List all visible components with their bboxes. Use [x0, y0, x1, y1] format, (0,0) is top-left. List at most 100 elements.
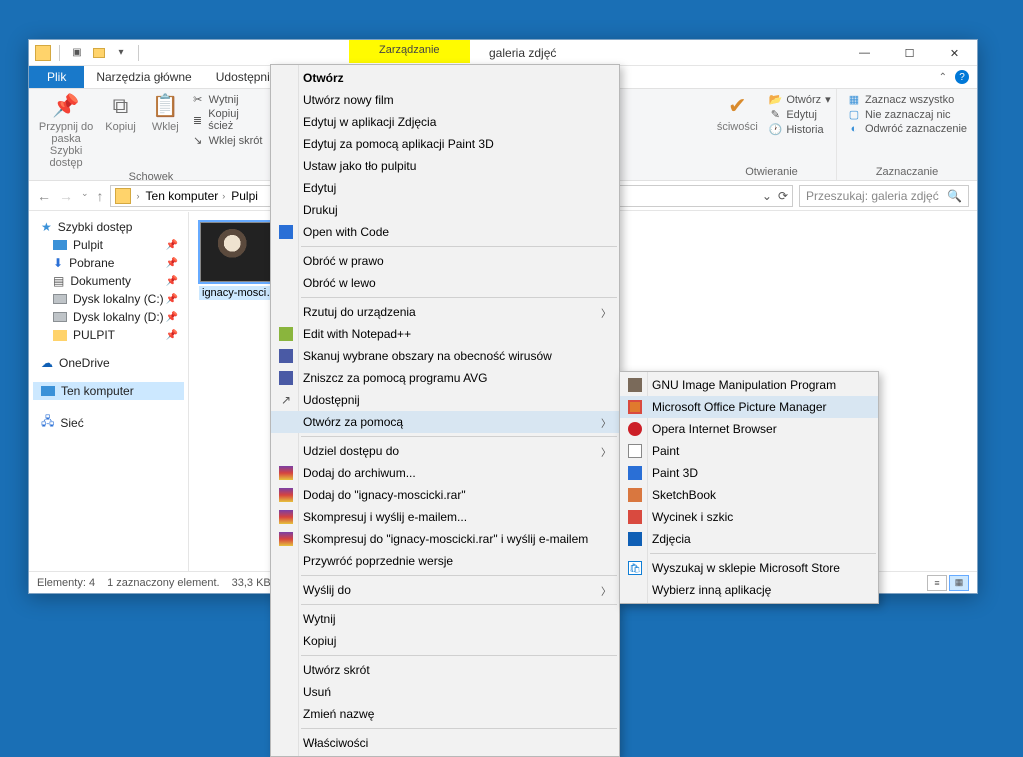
menu-item[interactable]: Kopiuj — [271, 630, 619, 652]
cut-button[interactable]: ✂Wytnij — [191, 93, 265, 106]
collapse-ribbon-icon[interactable]: ⌃ — [939, 72, 947, 83]
select-none-button[interactable]: ▢Nie zaznaczaj nic — [847, 108, 967, 121]
menu-item[interactable]: Edit with Notepad++ — [271, 323, 619, 345]
submenu-item[interactable]: Paint — [620, 440, 878, 462]
menu-item-label: Przywróć poprzednie wersje — [303, 554, 453, 568]
sidebar-item-desktop[interactable]: Pulpit📌 — [33, 236, 184, 254]
back-button[interactable]: ← — [37, 188, 51, 204]
submenu-item[interactable]: GNU Image Manipulation Program — [620, 374, 878, 396]
menu-item[interactable]: Obróć w prawo — [271, 250, 619, 272]
menu-item[interactable]: Ustaw jako tło pulpitu — [271, 155, 619, 177]
menu-item[interactable]: Wyślij do〉 — [271, 579, 619, 601]
tab-file[interactable]: Plik — [29, 66, 84, 88]
submenu-item[interactable]: 🛍Wyszukaj w sklepie Microsoft Store — [620, 557, 878, 579]
menu-item[interactable]: Rzutuj do urządzenia〉 — [271, 301, 619, 323]
maximize-button[interactable]: ☐ — [887, 40, 932, 66]
submenu-item[interactable]: Microsoft Office Picture Manager — [620, 396, 878, 418]
tab-home[interactable]: Narzędzia główne — [84, 66, 203, 88]
qat-properties-icon[interactable]: ▣ — [68, 44, 86, 62]
menu-item[interactable]: Obróć w lewo — [271, 272, 619, 294]
copy-button[interactable]: ⧉ Kopiuj — [101, 93, 140, 133]
close-button[interactable]: ✕ — [932, 40, 977, 66]
menu-item[interactable]: Wytnij — [271, 608, 619, 630]
sidebar-item-documents[interactable]: ▤Dokumenty📌 — [33, 272, 184, 290]
menu-item[interactable]: Drukuj — [271, 199, 619, 221]
address-dropdown-icon[interactable]: ⌄ — [762, 189, 772, 203]
select-all-button[interactable]: ▦Zaznacz wszystko — [847, 93, 967, 106]
help-icon[interactable]: ? — [955, 70, 969, 84]
contextual-tab[interactable]: Zarządzanie — [349, 40, 470, 63]
submenu-item[interactable]: SketchBook — [620, 484, 878, 506]
context-submenu-open-with: GNU Image Manipulation ProgramMicrosoft … — [619, 371, 879, 604]
menu-item[interactable]: Przywróć poprzednie wersje — [271, 550, 619, 572]
search-input[interactable]: Przeszukaj: galeria zdjęć 🔍 — [799, 185, 969, 207]
view-details-button[interactable]: ≡ — [927, 575, 947, 591]
pin-button[interactable]: 📌 Przypnij do paska Szybki dostęp — [37, 93, 95, 169]
menu-item-label: Skompresuj i wyślij e-mailem... — [303, 510, 467, 524]
qat-dropdown-icon[interactable]: ▾ — [112, 44, 130, 62]
menu-item[interactable]: Utwórz skrót — [271, 659, 619, 681]
menu-item[interactable]: Edytuj za pomocą aplikacji Paint 3D — [271, 133, 619, 155]
submenu-item[interactable]: Paint 3D — [620, 462, 878, 484]
qat-folder-icon[interactable] — [90, 44, 108, 62]
sidebar-quick-access[interactable]: ★ Szybki dostęp — [33, 218, 184, 236]
sidebar-onedrive[interactable]: ☁OneDrive — [33, 354, 184, 372]
select-none-icon: ▢ — [847, 108, 861, 121]
menu-item[interactable]: Otwórz — [271, 67, 619, 89]
app-icon — [626, 488, 644, 503]
menu-item[interactable]: Edytuj w aplikacji Zdjęcia — [271, 111, 619, 133]
file-thumb[interactable]: ignacy-moscicki — [199, 222, 281, 300]
submenu-item[interactable]: Zdjęcia — [620, 528, 878, 550]
edit-button[interactable]: ✎Edytuj — [768, 108, 830, 121]
history-button[interactable]: 🕐Historia — [768, 123, 830, 136]
invert-selection-button[interactable]: ◐Odwróć zaznaczenie — [847, 123, 967, 135]
menu-item[interactable]: Utwórz nowy film — [271, 89, 619, 111]
menu-item[interactable]: ↗Udostępnij — [271, 389, 619, 411]
menu-item[interactable]: Skompresuj i wyślij e-mailem... — [271, 506, 619, 528]
menu-item[interactable]: Usuń — [271, 681, 619, 703]
menu-item[interactable]: Udziel dostępu do〉 — [271, 440, 619, 462]
sidebar-item-drive-c[interactable]: Dysk lokalny (C:)📌 — [33, 290, 184, 308]
menu-item[interactable]: Open with Code — [271, 221, 619, 243]
submenu-item-label: Wybierz inną aplikację — [652, 583, 771, 597]
edit-icon: ✎ — [768, 108, 782, 121]
menu-item[interactable]: Dodaj do "ignacy-moscicki.rar" — [271, 484, 619, 506]
submenu-item[interactable]: Wybierz inną aplikację — [620, 579, 878, 601]
submenu-arrow-icon: 〉 — [601, 444, 611, 459]
paste-shortcut-button[interactable]: ↘Wklej skrót — [191, 134, 265, 147]
menu-item[interactable]: Właściwości — [271, 732, 619, 754]
forward-button[interactable]: → — [59, 188, 73, 204]
up-button[interactable]: ↑ — [97, 188, 104, 204]
copy-path-button[interactable]: ≣Kopiuj ścież — [191, 108, 265, 132]
pin-icon: 📌 — [166, 240, 178, 251]
app-icon: 🛍 — [626, 561, 644, 576]
breadcrumb-seg[interactable]: Ten komputer› — [146, 189, 228, 203]
paste-button[interactable]: 📋 Wklej — [146, 93, 185, 133]
view-large-button[interactable]: ▦ — [949, 575, 969, 591]
menu-item[interactable]: Zmień nazwę — [271, 703, 619, 725]
open-with-button[interactable]: 📂Otwórz ▾ — [768, 93, 830, 106]
submenu-item-label: SketchBook — [652, 488, 716, 502]
sidebar-item-pulpit[interactable]: PULPIT📌 — [33, 326, 184, 344]
menu-item[interactable]: Dodaj do archiwum... — [271, 462, 619, 484]
minimize-button[interactable]: — — [842, 40, 887, 66]
sidebar-item-downloads[interactable]: ⬇Pobrane📌 — [33, 254, 184, 272]
submenu-item[interactable]: Opera Internet Browser — [620, 418, 878, 440]
menu-item-label: Obróć w prawo — [303, 254, 384, 268]
sidebar-network[interactable]: 🖧Sieć — [33, 410, 184, 435]
menu-item[interactable]: Zniszcz za pomocą programu AVG — [271, 367, 619, 389]
breadcrumb-seg[interactable]: Pulpi — [231, 189, 258, 203]
recent-button[interactable]: ⌄ — [81, 188, 89, 204]
ribbon-group-select: ▦Zaznacz wszystko ▢Nie zaznaczaj nic ◐Od… — [837, 89, 977, 180]
sidebar-item-drive-d[interactable]: Dysk lokalny (D:)📌 — [33, 308, 184, 326]
sidebar-this-pc[interactable]: Ten komputer — [33, 382, 184, 400]
menu-item[interactable]: Otwórz za pomocą〉 — [271, 411, 619, 433]
menu-item[interactable]: Skompresuj do "ignacy-moscicki.rar" i wy… — [271, 528, 619, 550]
properties-button[interactable]: ✔ ściwości — [712, 93, 762, 133]
menu-item[interactable]: Edytuj — [271, 177, 619, 199]
pc-icon — [41, 386, 55, 396]
refresh-icon[interactable]: ⟳ — [778, 189, 788, 203]
paste-icon: 📋 — [152, 93, 179, 119]
submenu-item[interactable]: Wycinek i szkic — [620, 506, 878, 528]
menu-item[interactable]: Skanuj wybrane obszary na obecność wirus… — [271, 345, 619, 367]
